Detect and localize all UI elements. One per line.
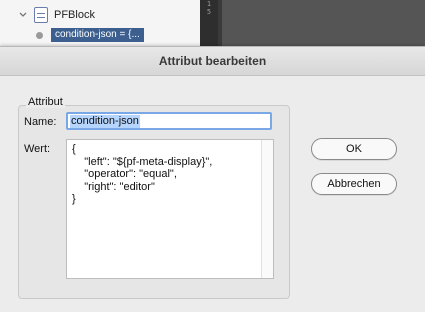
element-icon <box>34 7 48 23</box>
value-text: { "left": "${pf-meta-display}", "operato… <box>72 143 213 205</box>
structure-panel: PFBlock condition-json = {... <box>0 0 200 48</box>
ruler-mark: 5 <box>206 8 212 16</box>
ok-button[interactable]: OK <box>311 138 397 160</box>
dialog-title: Attribut bearbeiten <box>0 47 425 76</box>
tree-item-label: PFBlock <box>54 9 95 21</box>
name-value: condition-json <box>70 114 140 128</box>
cancel-button[interactable]: Abbrechen <box>311 173 397 195</box>
name-label: Name: <box>24 116 57 128</box>
tree-item-attribute[interactable]: condition-json = {... <box>36 28 144 42</box>
name-field[interactable]: condition-json <box>66 112 272 130</box>
vertical-ruler: 1 5 <box>200 0 218 48</box>
document-canvas <box>222 0 425 48</box>
attribute-bullet-icon <box>36 31 43 39</box>
value-label: Wert: <box>24 143 51 155</box>
scrollbar[interactable] <box>261 140 273 278</box>
ruler-mark: 1 <box>206 0 212 8</box>
edit-attribute-dialog: Attribut bearbeiten Attribut Name: condi… <box>0 46 425 312</box>
value-textarea[interactable]: { "left": "${pf-meta-display}", "operato… <box>66 139 274 279</box>
group-title: Attribut <box>26 96 65 108</box>
chevron-down-icon[interactable] <box>18 10 28 20</box>
attribute-chip[interactable]: condition-json = {... <box>51 28 144 42</box>
tree-item-pfblock[interactable]: PFBlock <box>18 6 95 24</box>
